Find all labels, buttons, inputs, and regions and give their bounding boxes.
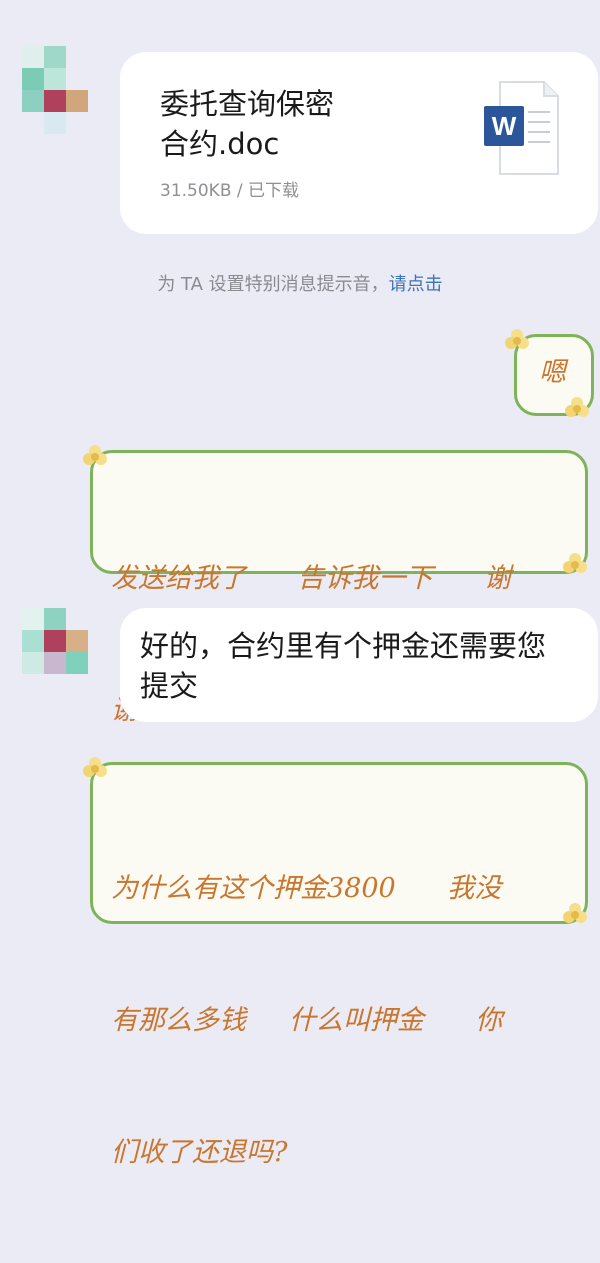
notification-sound-hint: 为 TA 设置特别消息提示音，请点击	[0, 270, 600, 296]
flower-icon	[502, 326, 532, 356]
word-doc-icon: W	[484, 80, 560, 176]
message-text: 为什么有这个押金3800 我没 有那么多钱 什么叫押金 你 们收了还退吗?	[111, 873, 503, 1168]
contact-avatar[interactable]	[22, 608, 90, 696]
outgoing-message-bubble[interactable]: 发送给我了 告诉我一下 谢 谢 辛苦了	[90, 450, 588, 726]
contact-avatar[interactable]	[22, 46, 90, 134]
outgoing-message-bubble[interactable]: 为什么有这个押金3800 我没 有那么多钱 什么叫押金 你 们收了还退吗?	[90, 762, 588, 1168]
notice-text: 为 TA 设置特别消息提示音，	[157, 274, 389, 295]
flower-icon	[560, 900, 590, 930]
flower-icon	[80, 754, 110, 784]
notice-link[interactable]: 请点击	[389, 274, 443, 295]
message-text: 好的，合约里有个押金还需要您 提交	[140, 629, 547, 703]
flower-icon	[562, 394, 592, 424]
incoming-message-bubble[interactable]: 好的，合约里有个押金还需要您 提交	[120, 608, 598, 722]
file-message-card[interactable]: 委托查询保密 合约.doc 31.50KB / 已下载 W	[120, 52, 598, 234]
file-name: 委托查询保密 合约.doc	[160, 87, 335, 161]
message-text: 嗯	[539, 357, 566, 388]
flower-icon	[80, 442, 110, 472]
flower-icon	[560, 550, 590, 580]
svg-text:W: W	[492, 111, 517, 141]
file-size-status: 31.50KB / 已下载	[160, 181, 300, 201]
